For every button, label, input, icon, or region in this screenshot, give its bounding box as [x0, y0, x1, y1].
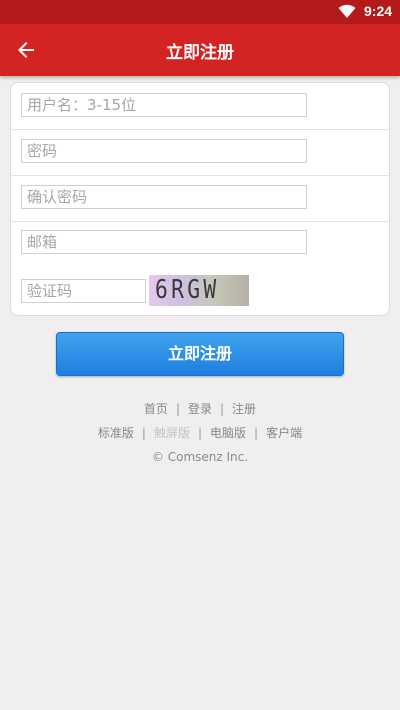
copyright: © Comsenz Inc. [151, 450, 249, 464]
registration-form: 6RGW [10, 82, 390, 316]
footer-link-desktop[interactable]: 电脑版 [210, 426, 246, 440]
password-input[interactable] [21, 139, 307, 163]
footer-link-touch: 触屏版 [153, 426, 190, 440]
footer-separator: | [141, 426, 146, 440]
footer-separator: | [220, 402, 225, 416]
username-row [11, 83, 389, 130]
email-input[interactable] [21, 230, 307, 254]
status-bar: 9:24 [0, 0, 400, 24]
wifi-icon [338, 4, 356, 18]
app-bar: 立即注册 [0, 24, 400, 76]
footer-link-home[interactable]: 首页 [144, 402, 168, 416]
footer-nav: 首页 | 登录 | 注册 [0, 400, 400, 417]
footer-link-register[interactable]: 注册 [232, 402, 256, 416]
captcha-text: 6RGW [155, 275, 220, 305]
footer-separator: | [175, 402, 180, 416]
footer-link-login[interactable]: 登录 [188, 402, 212, 416]
footer-versions: 标准版 | 触屏版 | 电脑版 | 客户端 [0, 424, 400, 441]
confirm-password-row [11, 175, 389, 222]
captcha-input[interactable] [21, 279, 146, 303]
username-input[interactable] [21, 93, 307, 117]
footer-separator: | [197, 426, 203, 440]
footer-link-standard[interactable]: 标准版 [98, 426, 134, 440]
register-button[interactable]: 立即注册 [56, 332, 344, 376]
footer-link-client[interactable]: 客户端 [266, 426, 302, 440]
email-row [11, 221, 389, 267]
password-row [11, 129, 389, 176]
confirm-password-input[interactable] [21, 185, 307, 209]
captcha-image[interactable]: 6RGW [149, 275, 249, 306]
footer-separator: | [254, 426, 259, 440]
status-time: 9:24 [364, 3, 393, 19]
page-title: 立即注册 [166, 43, 234, 63]
